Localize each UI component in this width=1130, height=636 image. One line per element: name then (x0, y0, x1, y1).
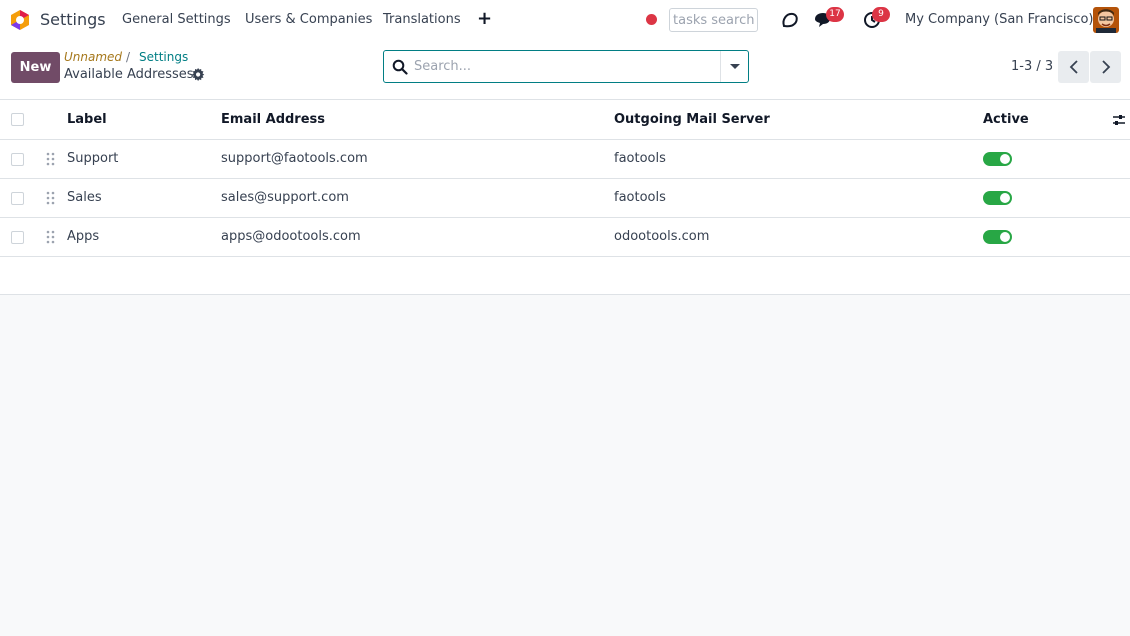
drag-handle-icon[interactable] (46, 152, 55, 166)
column-server[interactable]: Outgoing Mail Server (614, 112, 770, 127)
user-avatar-icon[interactable] (1093, 7, 1119, 33)
gear-icon[interactable] (192, 68, 205, 81)
cell-email[interactable]: support@faotools.com (221, 151, 368, 166)
discuss-loop-icon[interactable] (780, 10, 800, 30)
cell-email[interactable]: sales@support.com (221, 190, 349, 205)
table-row[interactable]: Apps apps@odootools.com odootools.com (0, 218, 1130, 257)
activities-badge: 9 (872, 7, 890, 22)
messages-badge: 17 (826, 7, 844, 22)
search-options-toggle[interactable] (720, 51, 748, 82)
cell-label[interactable]: Sales (67, 190, 102, 205)
search-bar (383, 50, 749, 83)
select-all-checkbox[interactable] (11, 113, 24, 126)
cell-email[interactable]: apps@odootools.com (221, 229, 361, 244)
table-empty-row (0, 257, 1130, 295)
menu-translations[interactable]: Translations (383, 12, 461, 27)
drag-handle-icon[interactable] (46, 191, 55, 205)
table-row[interactable]: Support support@faotools.com faotools (0, 140, 1130, 179)
drag-handle-icon[interactable] (46, 230, 55, 244)
control-panel: New Unnamed / Settings Available Address… (0, 40, 1130, 100)
plus-icon[interactable]: + (477, 10, 492, 28)
app-name[interactable]: Settings (40, 10, 106, 29)
caret-down-icon (730, 64, 740, 69)
cell-server[interactable]: faotools (614, 151, 666, 166)
breadcrumb-settings[interactable]: Settings (139, 50, 188, 64)
row-checkbox[interactable] (11, 153, 24, 166)
pager-value[interactable]: 1-3 / 3 (1011, 59, 1053, 74)
column-label[interactable]: Label (67, 112, 107, 127)
breadcrumb-unnamed[interactable]: Unnamed (64, 50, 122, 64)
cell-label[interactable]: Support (67, 151, 118, 166)
search-icon (392, 59, 408, 75)
menu-general-settings[interactable]: General Settings (122, 12, 231, 27)
record-indicator-icon[interactable] (646, 14, 657, 25)
active-toggle[interactable] (983, 191, 1012, 205)
row-checkbox[interactable] (11, 192, 24, 205)
cell-server[interactable]: odootools.com (614, 229, 709, 244)
cell-label[interactable]: Apps (67, 229, 99, 244)
table-row[interactable]: Sales sales@support.com faotools (0, 179, 1130, 218)
column-email[interactable]: Email Address (221, 112, 325, 127)
tasks-search-input[interactable] (669, 8, 758, 32)
pager-next-button[interactable] (1090, 51, 1121, 83)
pager-previous-button[interactable] (1058, 51, 1089, 83)
active-toggle[interactable] (983, 230, 1012, 244)
column-active[interactable]: Active (983, 112, 1029, 127)
row-checkbox[interactable] (11, 231, 24, 244)
table-header: Label Email Address Outgoing Mail Server… (0, 100, 1130, 140)
optional-columns-icon[interactable] (1112, 113, 1126, 127)
page-title: Available Addresses (64, 67, 194, 82)
new-button[interactable]: New (11, 52, 60, 83)
top-navbar: Settings General Settings Users & Compan… (0, 0, 1130, 40)
cell-server[interactable]: faotools (614, 190, 666, 205)
company-switcher[interactable]: My Company (San Francisco) (905, 12, 1093, 27)
chevron-right-icon (1102, 60, 1111, 74)
breadcrumb-separator: / (126, 50, 131, 64)
address-list: Label Email Address Outgoing Mail Server… (0, 100, 1130, 295)
app-logo-icon[interactable] (9, 9, 31, 31)
search-input[interactable] (414, 55, 714, 78)
active-toggle[interactable] (983, 152, 1012, 166)
chevron-left-icon (1069, 60, 1078, 74)
menu-users-companies[interactable]: Users & Companies (245, 12, 372, 27)
